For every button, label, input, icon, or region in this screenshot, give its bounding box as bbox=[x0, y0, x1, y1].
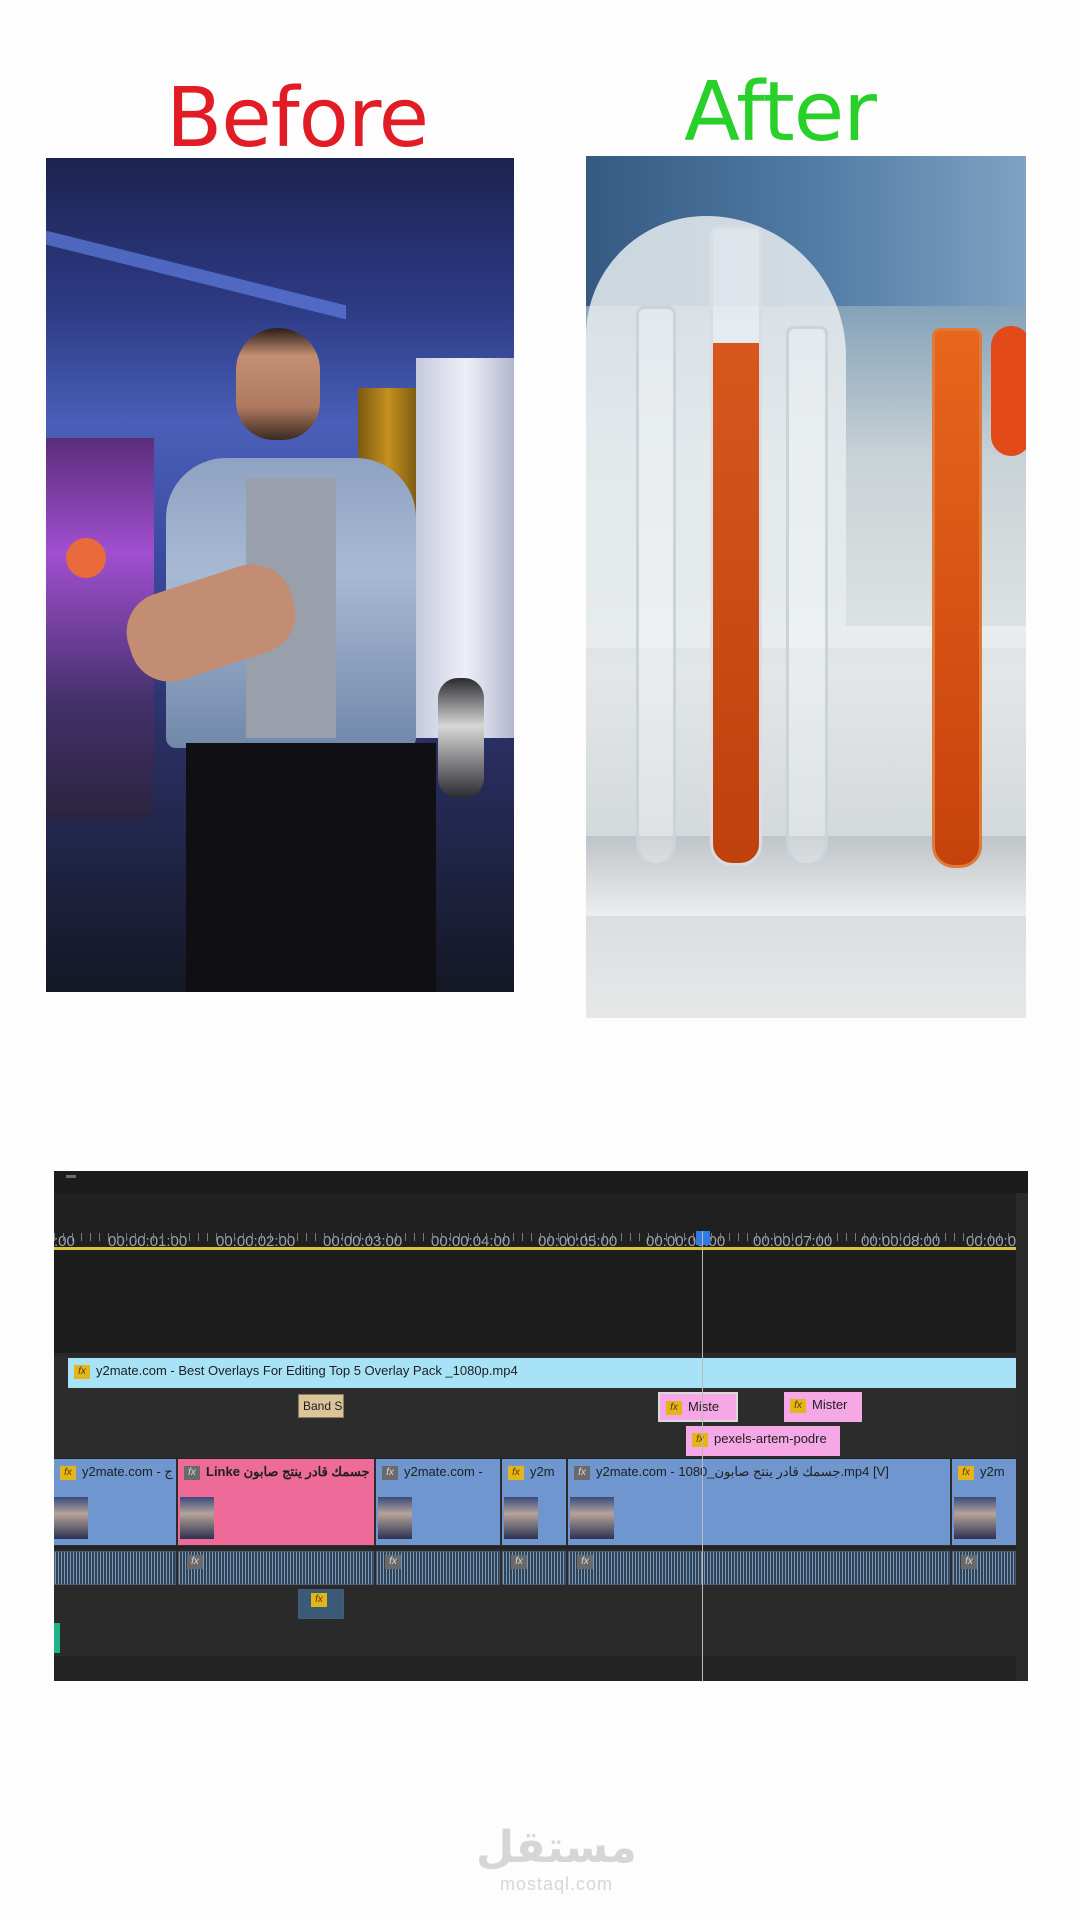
after-video-frame bbox=[586, 156, 1026, 1018]
title-clip[interactable]: fx Miste bbox=[658, 1392, 738, 1422]
fx-badge: fx bbox=[187, 1554, 203, 1569]
pexels-clip[interactable]: fx pexels-artem-podre bbox=[686, 1426, 840, 1456]
clip-label: Linke جسمك قادر ينتج صابون bbox=[206, 1464, 370, 1479]
track-a2[interactable]: fx bbox=[54, 1587, 1016, 1622]
fx-badge: fx bbox=[508, 1465, 524, 1480]
video-clip[interactable]: fx y2mate.com - ج bbox=[54, 1459, 176, 1545]
track-v1[interactable]: fx y2mate.com - ج fx Linke جسمك قادر ينتج … bbox=[54, 1459, 1016, 1546]
vertical-scrollbar[interactable] bbox=[1016, 1193, 1028, 1681]
editor-timeline[interactable]: :00 00:00:01:00 00:00:02:00 00:00:03:00 … bbox=[54, 1171, 1028, 1681]
clip-label: pexels-artem-podre bbox=[714, 1431, 827, 1446]
clip-thumbnail bbox=[378, 1497, 412, 1539]
shelf-decoration bbox=[66, 538, 106, 578]
clip-thumbnail bbox=[504, 1497, 538, 1539]
fx-badge: fx bbox=[382, 1465, 398, 1480]
track-v5[interactable]: fx y2mate.com - Best Overlays For Editing… bbox=[54, 1355, 1016, 1390]
clip-label: Miste bbox=[688, 1399, 720, 1414]
clip-label: y2m bbox=[980, 1464, 1005, 1479]
audio-clip-edge[interactable] bbox=[54, 1623, 60, 1653]
fx-badge: fx bbox=[74, 1364, 90, 1379]
track-v3[interactable]: fx pexels-artem-podre bbox=[54, 1423, 1016, 1458]
playhead-handle[interactable] bbox=[696, 1231, 710, 1245]
video-clip[interactable]: fx y2m bbox=[952, 1459, 1016, 1545]
dark-pants bbox=[186, 743, 436, 992]
fx-badge: fx bbox=[184, 1465, 200, 1480]
clip-thumbnail bbox=[570, 1497, 614, 1539]
fx-badge: fx bbox=[961, 1554, 977, 1569]
audio-clip[interactable]: fx bbox=[376, 1551, 500, 1585]
audio-clip[interactable]: fx bbox=[952, 1551, 1016, 1585]
clip-thumbnail bbox=[180, 1497, 214, 1539]
skateboard bbox=[438, 678, 484, 798]
audio-clip[interactable]: fx bbox=[178, 1551, 374, 1585]
clip-label: y2m bbox=[530, 1464, 555, 1479]
fx-badge: fx bbox=[574, 1465, 590, 1480]
empty-track[interactable] bbox=[54, 1319, 1016, 1354]
title-clip[interactable]: fx Mister bbox=[784, 1392, 862, 1422]
clip-label: y2mate.com - ج bbox=[82, 1464, 173, 1479]
video-clip[interactable]: fx y2m bbox=[502, 1459, 566, 1545]
video-clip-selected[interactable]: fx Linke جسمك قادر ينتج صابون bbox=[178, 1459, 374, 1545]
fx-badge: fx bbox=[60, 1465, 76, 1480]
track-a1[interactable]: fx fx fx fx fx bbox=[54, 1549, 1016, 1588]
track-v4[interactable]: Band S fx Miste fx Mister bbox=[54, 1389, 1016, 1424]
fx-badge: fx bbox=[385, 1554, 401, 1569]
fx-badge: fx bbox=[958, 1465, 974, 1480]
orange-flask bbox=[991, 326, 1026, 456]
watermark-url: mostaql.com bbox=[499, 1874, 613, 1894]
track-a3[interactable] bbox=[54, 1621, 1016, 1656]
person-head bbox=[236, 328, 320, 440]
audio-clip[interactable]: fx bbox=[502, 1551, 566, 1585]
empty-track[interactable] bbox=[54, 1285, 1016, 1320]
clip-label: Band S bbox=[303, 1399, 343, 1413]
empty-test-tube bbox=[786, 326, 828, 866]
ceiling-light-strip bbox=[46, 230, 346, 320]
overlay-clip[interactable]: fx y2mate.com - Best Overlays For Editing… bbox=[68, 1358, 1016, 1388]
audio-clip[interactable]: fx bbox=[298, 1589, 344, 1619]
watermark-logo: مستقل bbox=[476, 1822, 637, 1873]
fx-badge: fx bbox=[311, 1592, 327, 1607]
empty-test-tube bbox=[636, 306, 676, 866]
clip-label: y2mate.com - bbox=[404, 1464, 483, 1479]
band-clip[interactable]: Band S bbox=[298, 1394, 344, 1418]
timeline-header bbox=[54, 1171, 1028, 1193]
video-clip[interactable]: fx y2mate.com - bbox=[376, 1459, 500, 1545]
clip-label: Mister bbox=[812, 1397, 848, 1412]
audio-clip[interactable] bbox=[54, 1551, 176, 1585]
panel-grip-icon[interactable] bbox=[66, 1175, 76, 1178]
fx-badge: fx bbox=[511, 1554, 527, 1569]
fx-badge: fx bbox=[692, 1432, 708, 1447]
work-area-bar[interactable] bbox=[54, 1247, 1016, 1250]
before-video-frame bbox=[46, 158, 514, 992]
orange-test-tube bbox=[710, 226, 762, 866]
after-heading: After bbox=[684, 65, 877, 160]
before-heading: Before bbox=[166, 71, 429, 166]
clip-thumbnail bbox=[954, 1497, 996, 1539]
watermark: مستقل mostaql.com bbox=[476, 1826, 637, 1895]
fx-badge: fx bbox=[666, 1400, 682, 1415]
clip-thumbnail bbox=[54, 1497, 88, 1539]
audio-clip[interactable]: fx bbox=[568, 1551, 950, 1585]
playhead-line[interactable] bbox=[702, 1231, 703, 1681]
fx-badge: fx bbox=[790, 1398, 806, 1413]
fx-badge: fx bbox=[577, 1554, 593, 1569]
clip-label: y2mate.com - 1080_جسمك قادر ينتج صابون.m… bbox=[596, 1464, 889, 1479]
video-clip[interactable]: fx y2mate.com - 1080_جسمك قادر ينتج صابون… bbox=[568, 1459, 950, 1545]
orange-test-tube bbox=[932, 328, 982, 868]
clip-label: y2mate.com - Best Overlays For Editing T… bbox=[96, 1363, 518, 1378]
ruler-ticks bbox=[54, 1233, 1016, 1241]
empty-track[interactable] bbox=[54, 1251, 1016, 1286]
